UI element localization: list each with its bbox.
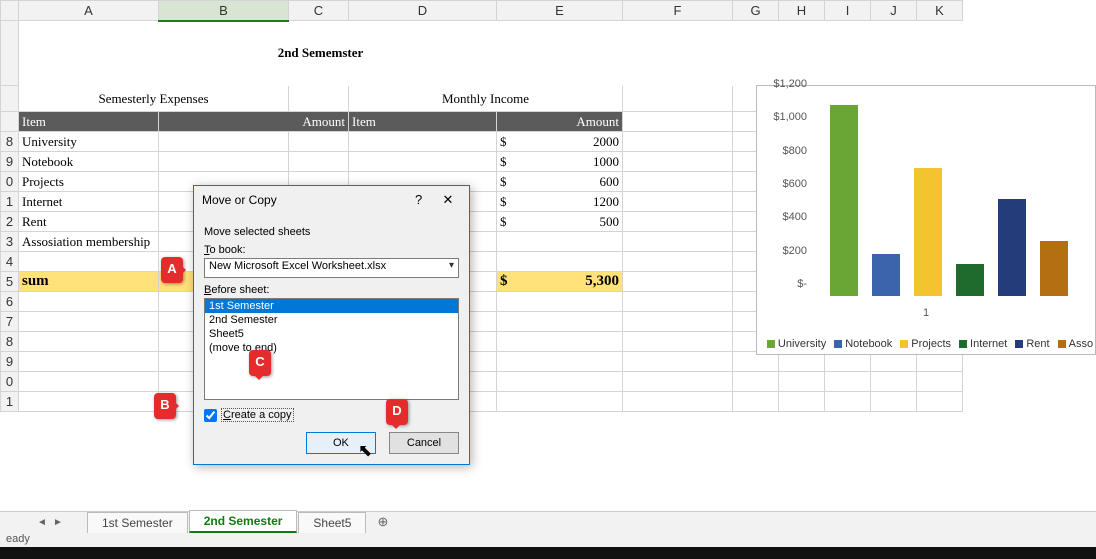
add-sheet-button[interactable]: ⊕ xyxy=(367,511,398,533)
chart-legend: UniversityNotebookProjectsInternetRentAs… xyxy=(757,338,1095,350)
income-amount[interactable]: $600 xyxy=(497,172,623,192)
sheet-tab[interactable]: 1st Semester xyxy=(87,512,188,533)
column-header[interactable]: C xyxy=(289,1,349,21)
column-header[interactable]: B xyxy=(159,1,289,21)
sheet-tab-bar: ◄ ► 1st Semester 2nd Semester Sheet5 ⊕ xyxy=(0,511,1096,533)
column-headers-row: A B C D E F G H I J K xyxy=(1,1,963,21)
before-sheet-listbox[interactable]: 1st Semester 2nd Semester Sheet5 (move t… xyxy=(204,298,459,400)
ok-button[interactable]: OK xyxy=(306,432,376,454)
income-amount[interactable]: $2000 xyxy=(497,132,623,152)
expense-item[interactable]: University xyxy=(19,132,159,152)
column-header[interactable]: J xyxy=(871,1,917,21)
column-header[interactable]: H xyxy=(779,1,825,21)
before-sheet-label: Before sheet: xyxy=(204,284,459,296)
bar-chart[interactable]: $-$200$400$600$800$1,000$1,200 1 Univers… xyxy=(756,85,1096,355)
expense-item[interactable]: Projects xyxy=(19,172,159,192)
expense-item[interactable]: Internet xyxy=(19,192,159,212)
table-header-amount: Amount xyxy=(159,112,349,132)
income-amount[interactable]: $1000 xyxy=(497,152,623,172)
section-heading-expenses: Semesterly Expenses xyxy=(19,86,289,112)
close-icon[interactable]: ✕ xyxy=(435,192,461,208)
move-or-copy-dialog: Move or Copy ? ✕ Move selected sheets To… xyxy=(193,185,470,465)
annotation-marker-d: D xyxy=(386,399,408,425)
table-header-item: Item xyxy=(19,112,159,132)
column-header[interactable]: E xyxy=(497,1,623,21)
row-header[interactable]: 3 xyxy=(1,232,19,252)
column-header[interactable]: G xyxy=(733,1,779,21)
row-header[interactable]: 8 xyxy=(1,332,19,352)
windows-taskbar[interactable] xyxy=(0,547,1096,559)
annotation-marker-c: C xyxy=(249,350,271,376)
row-header[interactable]: 0 xyxy=(1,172,19,192)
help-icon[interactable]: ? xyxy=(406,192,432,207)
sheet-tab[interactable]: Sheet5 xyxy=(298,512,366,533)
listbox-option[interactable]: 1st Semester xyxy=(205,299,458,313)
row-header[interactable]: 0 xyxy=(1,372,19,392)
listbox-option[interactable]: Sheet5 xyxy=(205,327,458,341)
row-header[interactable]: 1 xyxy=(1,392,19,412)
chart-plot-area: $-$200$400$600$800$1,000$1,200 xyxy=(812,96,1090,296)
annotation-marker-a: A xyxy=(161,257,183,283)
listbox-option[interactable]: 2nd Semester xyxy=(205,313,458,327)
row-header[interactable]: 7 xyxy=(1,312,19,332)
to-book-label: To book: xyxy=(204,244,459,256)
income-item[interactable] xyxy=(349,132,497,152)
income-amount[interactable]: $500 xyxy=(497,212,623,232)
row-header[interactable]: 6 xyxy=(1,292,19,312)
cancel-button[interactable]: Cancel xyxy=(389,432,459,454)
row-header[interactable] xyxy=(1,86,19,112)
row-header[interactable]: 4 xyxy=(1,252,19,272)
income-amount[interactable]: $1200 xyxy=(497,192,623,212)
sum-total: $5,300 xyxy=(497,272,623,292)
dialog-instruction: Move selected sheets xyxy=(204,226,459,238)
status-bar: eady xyxy=(0,533,1096,547)
dialog-titlebar[interactable]: Move or Copy ? ✕ xyxy=(194,186,469,214)
column-header[interactable]: K xyxy=(917,1,963,21)
column-header[interactable]: F xyxy=(623,1,733,21)
column-header[interactable]: D xyxy=(349,1,497,21)
tab-nav-prev-icon[interactable]: ◄ xyxy=(35,517,49,528)
sheet-tab-active[interactable]: 2nd Semester xyxy=(189,510,298,533)
expense-item[interactable]: Notebook xyxy=(19,152,159,172)
table-header-item: Item xyxy=(349,112,497,132)
expense-item[interactable]: Rent xyxy=(19,212,159,232)
page-title: 2nd Sememster xyxy=(19,21,623,86)
table-header-amount: Amount xyxy=(497,112,623,132)
sum-label: sum xyxy=(19,272,159,292)
to-book-select[interactable]: New Microsoft Excel Worksheet.xlsx xyxy=(204,258,459,278)
tab-nav-next-icon[interactable]: ► xyxy=(51,517,65,528)
create-copy-checkbox[interactable] xyxy=(204,409,217,422)
column-header[interactable]: A xyxy=(19,1,159,21)
row-header[interactable]: 9 xyxy=(1,152,19,172)
row-header[interactable] xyxy=(1,21,19,86)
dialog-title: Move or Copy xyxy=(202,193,277,207)
listbox-option[interactable]: (move to end) xyxy=(205,341,458,355)
create-copy-label[interactable]: Create a copy xyxy=(221,408,294,422)
column-header[interactable]: I xyxy=(825,1,871,21)
section-heading-income: Monthly Income xyxy=(349,86,623,112)
row-header[interactable]: 2 xyxy=(1,212,19,232)
chart-x-label: 1 xyxy=(757,307,1095,319)
row-header[interactable]: 9 xyxy=(1,352,19,372)
row-header[interactable] xyxy=(1,112,19,132)
annotation-marker-b: B xyxy=(154,393,176,419)
row-header[interactable]: 1 xyxy=(1,192,19,212)
income-item[interactable] xyxy=(349,152,497,172)
select-all-corner[interactable] xyxy=(1,1,19,21)
row-header[interactable]: 8 xyxy=(1,132,19,152)
row-header[interactable]: 5 xyxy=(1,272,19,292)
expense-item[interactable]: Assosiation membership xyxy=(19,232,159,252)
